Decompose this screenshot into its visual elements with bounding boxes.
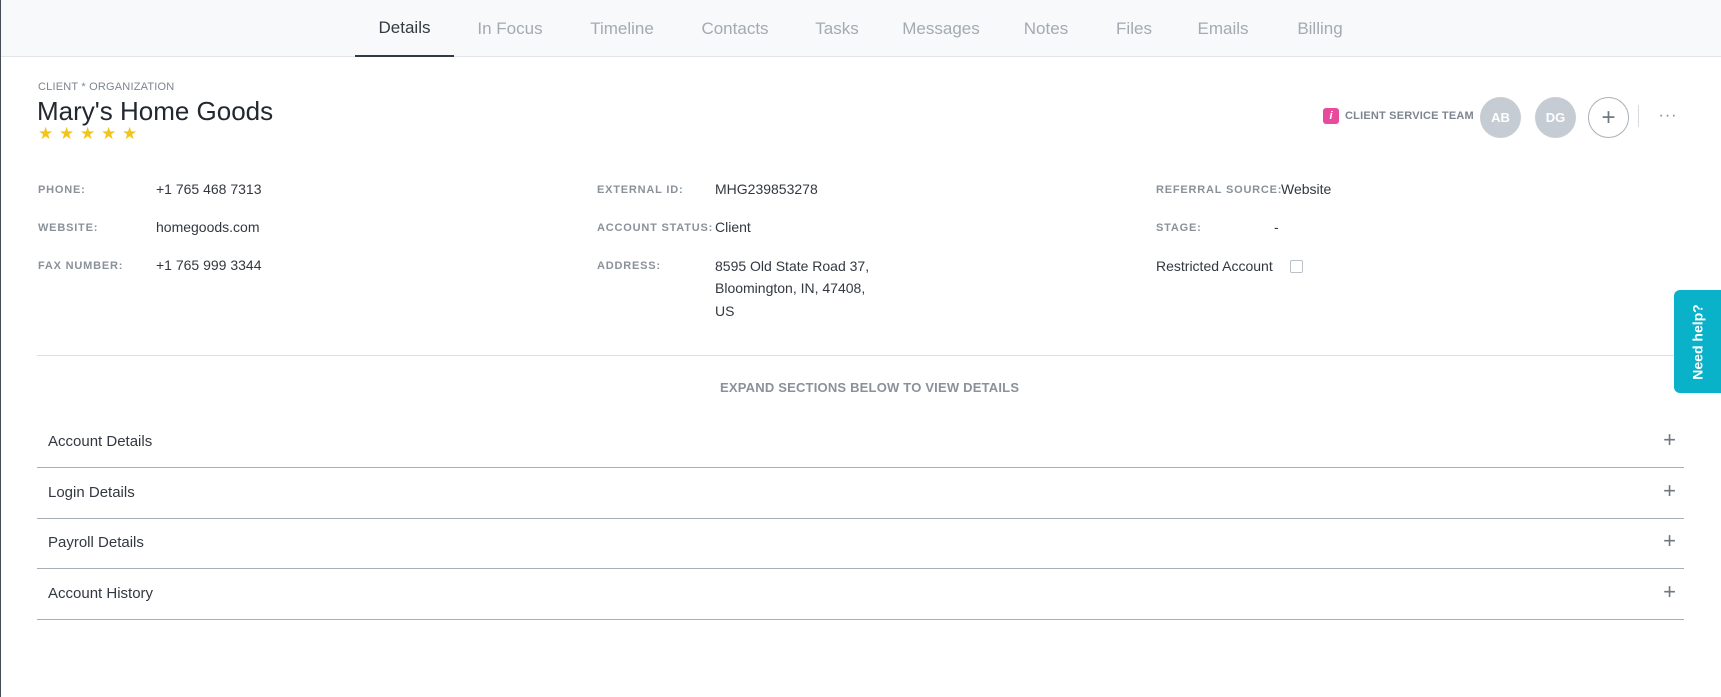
tab-billing[interactable]: Billing (1287, 0, 1353, 57)
plus-icon[interactable]: + (1663, 528, 1676, 554)
tab-emails[interactable]: Emails (1188, 0, 1258, 57)
window-left-border (0, 0, 1, 697)
info-icon: i (1323, 108, 1339, 124)
plus-icon: + (1601, 103, 1616, 131)
entity-type-label: CLIENT * ORGANIZATION (38, 81, 175, 93)
restricted-account-label: Restricted Account (1156, 258, 1273, 274)
plus-icon[interactable]: + (1663, 478, 1676, 504)
external-id-label: EXTERNAL ID: (597, 184, 684, 196)
fax-label: FAX NUMBER: (38, 260, 124, 272)
need-help-button[interactable]: Need help? (1674, 290, 1721, 393)
header-divider (1638, 105, 1639, 127)
tab-in-focus[interactable]: In Focus (468, 0, 552, 57)
external-id-value: MHG239853278 (715, 181, 818, 197)
phone-value: +1 765 468 7313 (156, 181, 262, 197)
star-rating[interactable]: ★ ★ ★ ★ ★ (38, 125, 138, 142)
star-icon[interactable]: ★ (38, 125, 54, 142)
account-status-label: ACCOUNT STATUS: (597, 222, 714, 234)
tab-tasks[interactable]: Tasks (805, 0, 869, 57)
phone-label: PHONE: (38, 184, 86, 196)
team-label: CLIENT SERVICE TEAM (1345, 110, 1474, 122)
section-login-details[interactable]: Login Details + (37, 468, 1684, 519)
plus-icon[interactable]: + (1663, 427, 1676, 453)
add-team-member-button[interactable]: + (1588, 97, 1629, 138)
page-title: Mary's Home Goods (37, 96, 274, 126)
section-title: Account Details (48, 433, 153, 450)
star-icon[interactable]: ★ (59, 125, 75, 142)
star-icon[interactable]: ★ (80, 125, 96, 142)
address-line-3: US (715, 303, 735, 319)
referral-source-value: Website (1281, 181, 1332, 197)
section-title: Account History (48, 585, 154, 602)
section-account-details[interactable]: Account Details + (37, 417, 1684, 468)
website-value[interactable]: homegoods.com (156, 216, 260, 238)
section-title: Login Details (48, 484, 135, 501)
website-label: WEBSITE: (38, 222, 99, 234)
section-payroll-details[interactable]: Payroll Details + (37, 518, 1684, 569)
more-options-icon[interactable]: ··· (1658, 105, 1678, 127)
tab-files[interactable]: Files (1107, 0, 1161, 57)
tab-notes[interactable]: Notes (1014, 0, 1078, 57)
stage-value: - (1274, 219, 1279, 235)
address-line-2: Bloomington, IN, 47408, (715, 280, 866, 296)
star-icon[interactable]: ★ (101, 125, 117, 142)
tab-contacts[interactable]: Contacts (691, 0, 779, 57)
plus-icon[interactable]: + (1663, 579, 1676, 605)
section-account-history[interactable]: Account History + (37, 569, 1684, 620)
client-service-team[interactable]: i CLIENT SERVICE TEAM (1323, 108, 1474, 124)
divider (37, 355, 1684, 356)
expand-hint-text: EXPAND SECTIONS BELOW TO VIEW DETAILS (720, 380, 1020, 395)
tab-messages[interactable]: Messages (896, 0, 986, 57)
tab-timeline[interactable]: Timeline (579, 0, 665, 57)
tab-details[interactable]: Details (355, 0, 454, 57)
account-status-value: Client (715, 219, 751, 235)
tab-bar: Details In Focus Timeline Contacts Tasks… (1, 0, 1721, 57)
fax-value: +1 765 999 3344 (156, 257, 262, 273)
avatar-ab[interactable]: AB (1480, 97, 1521, 138)
address-line-1: 8595 Old State Road 37, (715, 258, 870, 274)
star-icon[interactable]: ★ (122, 125, 138, 142)
section-title: Payroll Details (48, 534, 144, 551)
address-label: ADDRESS: (597, 260, 661, 272)
need-help-label: Need help? (1689, 303, 1706, 380)
stage-label: STAGE: (1156, 222, 1202, 234)
avatar-dg[interactable]: DG (1535, 97, 1576, 138)
restricted-account-checkbox[interactable] (1290, 260, 1303, 273)
referral-source-label: REFERRAL SOURCE: (1156, 184, 1283, 196)
